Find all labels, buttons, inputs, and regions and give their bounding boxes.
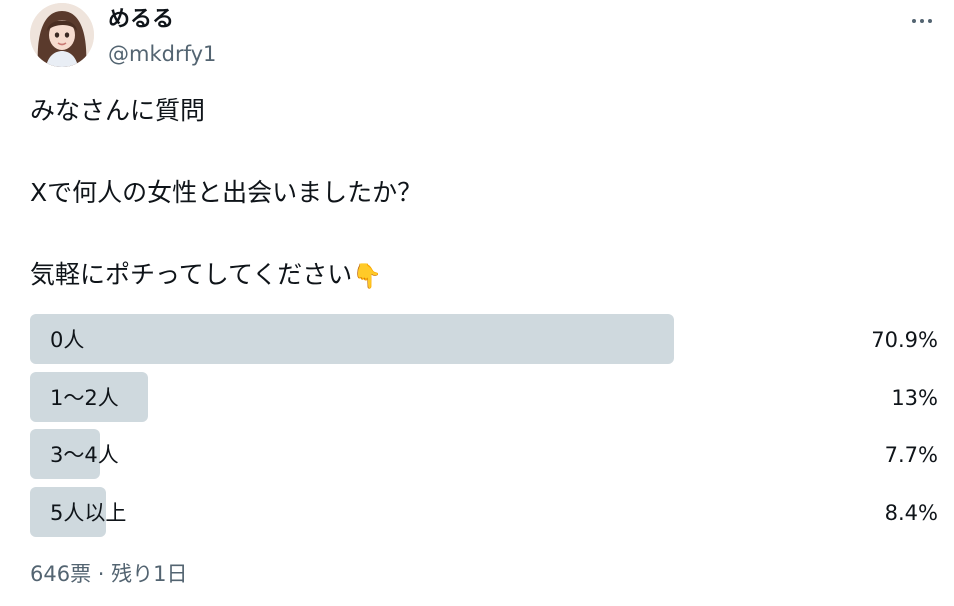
poll-option[interactable]: 3〜4人 7.7%: [30, 429, 940, 479]
user-handle[interactable]: @mkdrfy1: [108, 40, 216, 68]
poll-option[interactable]: 1〜2人 13%: [30, 371, 940, 422]
more-options-button[interactable]: [900, 4, 944, 38]
poll-option-percent: 13%: [891, 385, 938, 410]
tweet-text: 気軽にポチってしてください: [30, 260, 353, 289]
tweet-card: めるる @mkdrfy1 みなさんに質問 Xで何人の女性と出会いましたか？ 気軽…: [0, 0, 954, 606]
poll-option-label: 0人: [50, 328, 85, 352]
poll-option[interactable]: 5人以上 8.4%: [30, 486, 940, 537]
tweet-text-line: Xで何人の女性と出会いましたか？: [30, 178, 423, 207]
avatar[interactable]: [30, 3, 94, 67]
poll-option-label: 5人以上: [50, 500, 127, 525]
poll-option-percent: 70.9%: [871, 328, 938, 352]
more-horizontal-icon: [912, 19, 932, 23]
poll-option-percent: 7.7%: [884, 443, 938, 467]
tweet-text-line: みなさんに質問: [30, 96, 206, 125]
tweet-text-line: 気軽にポチってしてください👇: [30, 258, 382, 293]
poll-option-label: 1〜2人: [50, 385, 119, 410]
pointing-down-emoji: 👇: [352, 262, 383, 290]
poll-meta: 646票 · 残り1日: [30, 562, 188, 586]
poll-option-percent: 8.4%: [884, 500, 938, 525]
poll: 0人 70.9% 1〜2人 13% 3〜4人 7.7% 5人以上 8.4%: [30, 314, 940, 544]
poll-option-label: 3〜4人: [50, 443, 119, 467]
display-name[interactable]: めるる: [108, 6, 174, 34]
poll-result-bar: [30, 314, 674, 364]
user-avatar-icon: [30, 3, 94, 67]
poll-option[interactable]: 0人 70.9%: [30, 314, 940, 364]
